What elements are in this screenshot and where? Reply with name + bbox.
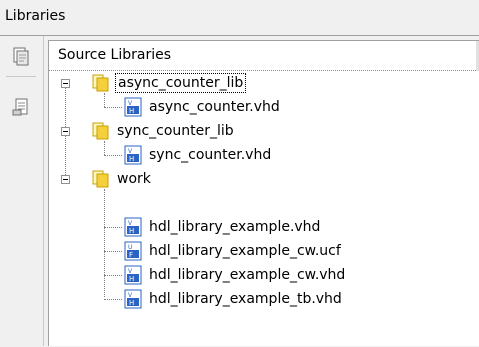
file-item-hdl-library-example-tb-vhd[interactable]: hdl_library_example_tb.vhd [49, 287, 479, 311]
toolbar-separator [6, 76, 36, 77]
vertical-toolbar [0, 36, 44, 346]
file-item-hdl-library-example-cw-vhd[interactable]: hdl_library_example_cw.vhd [49, 263, 479, 287]
file-item-hdl-library-example-cw-ucf[interactable]: hdl_library_example_cw.ucf [49, 239, 479, 263]
library-properties-icon[interactable] [10, 96, 32, 118]
file-item-async-counter-vhd[interactable]: async_counter.vhd [49, 95, 479, 119]
library-item-sync-counter-lib[interactable]: sync_counter_lib [49, 119, 479, 143]
file-label: async_counter.vhd [149, 99, 280, 115]
file-item-hdl-library-example-vhd[interactable]: hdl_library_example.vhd [49, 215, 479, 239]
file-label: sync_counter.vhd [149, 147, 272, 163]
library-label: work [117, 171, 151, 187]
window-titlebar: Libraries [0, 0, 479, 36]
file-item-sync-counter-vhd[interactable]: sync_counter.vhd [49, 143, 479, 167]
file-label: hdl_library_example_cw.vhd [149, 267, 346, 283]
library-item-async-counter-lib[interactable]: async_counter_lib [49, 71, 479, 95]
add-source-icon[interactable] [10, 46, 32, 68]
library-label: async_counter_lib [115, 73, 247, 93]
file-label: hdl_library_example_cw.ucf [149, 243, 341, 259]
panel-title: Source Libraries [58, 47, 171, 63]
library-tree[interactable]: async_counter_lib V H async_counter.vhd … [49, 71, 479, 347]
source-libraries-panel: Source Libraries async_counter_lib V H a… [48, 40, 479, 346]
file-label: hdl_library_example.vhd [149, 219, 321, 235]
library-item-work[interactable]: work [49, 167, 479, 191]
window-title: Libraries [5, 8, 66, 24]
panel-header: Source Libraries [49, 41, 479, 71]
file-label: hdl_library_example_tb.vhd [149, 291, 342, 307]
library-label: sync_counter_lib [117, 123, 234, 139]
